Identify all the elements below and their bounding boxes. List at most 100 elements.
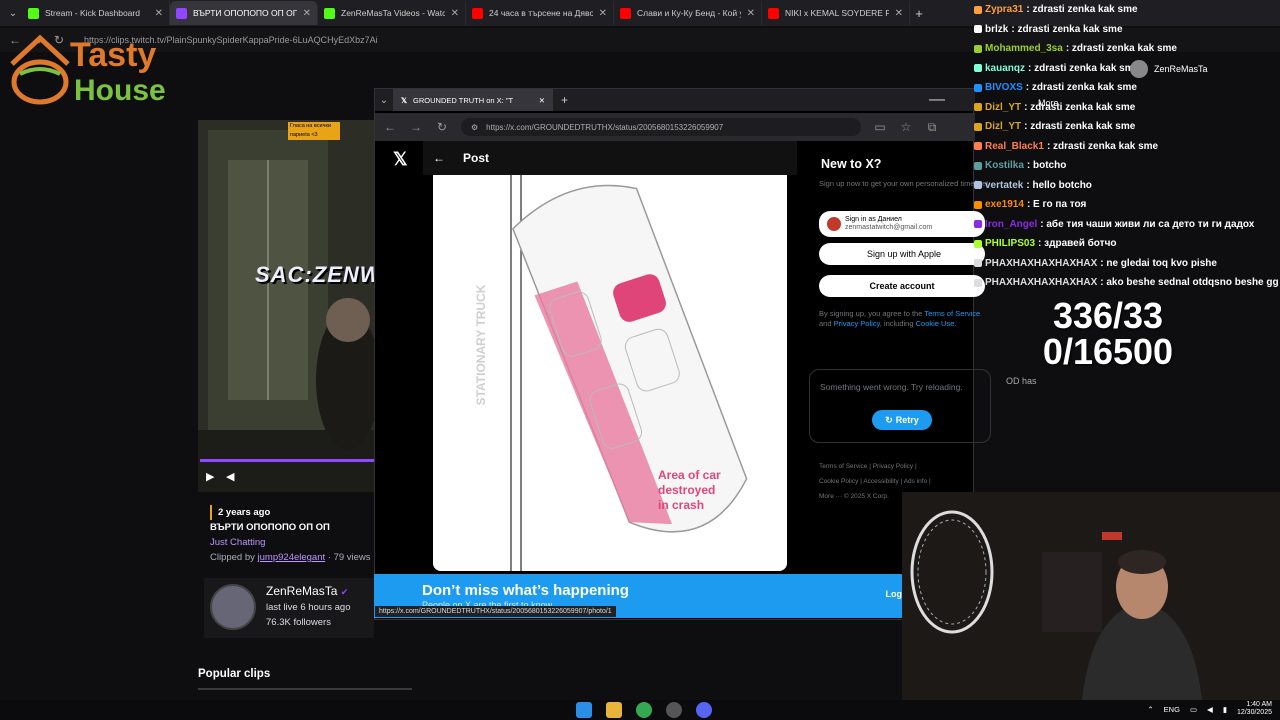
language-indicator[interactable]: ENG [1164,705,1180,714]
star-icon[interactable]: ☆ [899,120,913,134]
tab-twitch-clip[interactable]: ВЪРТИ ОПОПОПО ОП ОП - Тw✕ [170,1,318,25]
tab-x-post[interactable]: 𝕏 GROUNDED TRUTH on X: "T ✕ [393,89,553,111]
channel-card[interactable]: ZenReMasTa ✔ last live 6 hours ago 76.3K… [204,578,374,638]
annotation-line-3: in crash [658,498,704,512]
x-logo-icon[interactable]: 𝕏 [393,149,408,170]
footer-link[interactable]: Accessibility [863,478,898,485]
privacy-link[interactable]: Privacy Policy [834,319,880,328]
chat-username: Dizl_YT [985,121,1022,132]
footer-link[interactable]: More ··· [819,493,842,500]
footer-link[interactable]: Cookie Policy [819,478,858,485]
chat-message: Iron_Angel: абе тия чаши живи ли са дето… [970,215,1280,235]
x-popup-window: ⌄ 𝕏 GROUNDED TRUTH on X: "T ✕ + — ← → ↻ ⚙ h… [374,88,991,620]
extensions-icon[interactable]: ⧉ [925,120,939,135]
login-button[interactable]: Log [886,589,903,599]
clipped-by: Clipped by jump924elegant · 79 views [210,552,371,563]
back-arrow-icon[interactable]: ← [433,151,445,165]
clip-category-link[interactable]: Just Chatting [210,535,380,550]
windows-taskbar: ⌃ ENG ▭ ◀ ▮ 1:40 AM 12/30/2025 [0,700,1280,720]
popular-clips-heading: Popular clips [198,668,271,680]
retry-button[interactable]: ↻ Retry [872,410,932,430]
popup-url-field[interactable]: ⚙ https://x.com/GROUNDEDTRUTHX/status/200… [461,118,861,136]
chat-message: brlzk: zdrasti zenka kak sme [970,20,1280,40]
clip-video-player[interactable] [198,120,374,492]
chat-username: brlzk [985,23,1009,35]
network-icon[interactable]: ▭ [1190,705,1197,714]
close-icon[interactable]: ✕ [895,8,903,19]
tab-youtube-1[interactable]: 24 часа в търсене на Дяволск✕ [466,1,614,25]
chat-text: : ne gledai toq kvo pishe [1100,257,1217,269]
x-favicon-icon: 𝕏 [401,95,408,105]
user-badge-icon [974,181,982,190]
windows-start-icon[interactable] [576,702,592,718]
play-icon[interactable]: ▶ [206,470,220,484]
cookie-link[interactable]: Cookie Use. [916,319,957,328]
file-explorer-icon[interactable] [606,702,622,718]
discord-icon[interactable] [696,702,712,718]
video-progress-bar[interactable] [200,459,374,462]
close-icon[interactable]: ✕ [599,8,607,19]
new-tab-icon[interactable]: + [910,4,928,22]
channel-avatar[interactable] [210,584,256,630]
obs-icon[interactable] [666,702,682,718]
close-icon[interactable]: ✕ [539,96,545,105]
clock[interactable]: 1:40 AM 12/30/2025 [1237,701,1272,717]
back-arrow-icon[interactable]: ← [383,120,397,134]
status-url: https://x.com/GROUNDEDTRUTHX/status/2005… [375,606,616,617]
close-icon[interactable]: ✕ [155,8,163,19]
divider [198,688,412,690]
logo-line2: House [74,74,166,107]
chevron-up-icon[interactable]: ⌃ [1147,705,1153,714]
footer-link[interactable]: Ads info [904,478,928,485]
chat-message: kauanqz: zdrasti zenka kak sme [970,59,1280,79]
close-icon[interactable]: ✕ [303,8,311,19]
close-icon[interactable]: ✕ [451,8,459,19]
chrome-icon[interactable] [636,702,652,718]
new-tab-icon[interactable]: + [561,93,568,107]
footer-link[interactable]: Terms of Service [819,463,867,470]
chat-username: Mohammed_3sa [985,43,1063,54]
error-box: Something went wrong. Try reloading. ↻ Re… [809,369,991,443]
chat-text: : zdrasti zenka kak sme [1024,121,1136,132]
minimize-icon[interactable]: — [929,91,945,109]
forward-arrow-icon[interactable]: → [409,120,423,134]
user-badge-icon [974,5,982,14]
site-info-icon[interactable]: ⚙ [471,123,478,132]
close-icon[interactable]: ✕ [747,8,755,19]
chat-text: : Е го па тоя [1026,199,1087,210]
chat-username: BIVOXS [985,82,1023,93]
chat-username: exe1914 [985,199,1024,210]
browser-profile[interactable]: ZenReMasTa [1130,60,1208,78]
tab-zenremasta-videos[interactable]: ZenReMasTa Videos - Watch Cl✕ [318,1,466,25]
google-signin-button[interactable]: Sign in as Даниел zenmastatwitch@gmail.co… [819,211,985,237]
user-badge-icon [974,161,982,170]
channel-name[interactable]: ZenReMasTa [266,584,337,598]
tab-youtube-3[interactable]: NIKI x KEMAL SOYDERE PARITE✕ [762,1,910,25]
volume-icon[interactable]: ◀ [1207,705,1213,714]
volume-icon[interactable]: ◀ [226,470,240,484]
chat-username: PHAXHAXHAXHAXHAX [985,277,1098,288]
chat-text: : zdrasti zenka kak sme [1028,62,1140,74]
signup-apple-button[interactable]: Sign up with Apple [819,243,985,265]
create-account-button[interactable]: Create account [819,275,985,297]
counter-line-2: 0/16500 [1042,331,1174,372]
user-badge-icon [974,122,982,131]
footer-link[interactable]: Privacy Policy [873,463,913,470]
battery-icon[interactable]: ▮ [1223,705,1227,714]
tab-youtube-2[interactable]: Слави и Ку-Ку Бенд - Кой уши✕ [614,1,762,25]
last-live: last live 6 hours ago [266,602,351,613]
cast-icon[interactable]: ▭ [873,120,887,134]
twitch-favicon-icon [176,7,187,19]
user-badge-icon [974,220,982,229]
terms-link[interactable]: Terms of Service [924,309,980,318]
post-image[interactable]: STATIONARY TRUCK Area of car destroyed i… [433,175,787,571]
user-badge-icon [974,259,982,268]
more-label[interactable]: More [1038,98,1059,108]
clipper-link[interactable]: jump924elegant [258,552,326,563]
reload-icon[interactable]: ↻ [435,120,449,134]
chat-username: vertatek [985,179,1024,191]
chat-text: : zdrasti zenka kak sme [1065,43,1177,54]
tab-search-icon[interactable]: ⌄ [375,91,393,109]
user-badge-icon [974,64,982,73]
clip-age: 2 years ago [210,505,380,520]
